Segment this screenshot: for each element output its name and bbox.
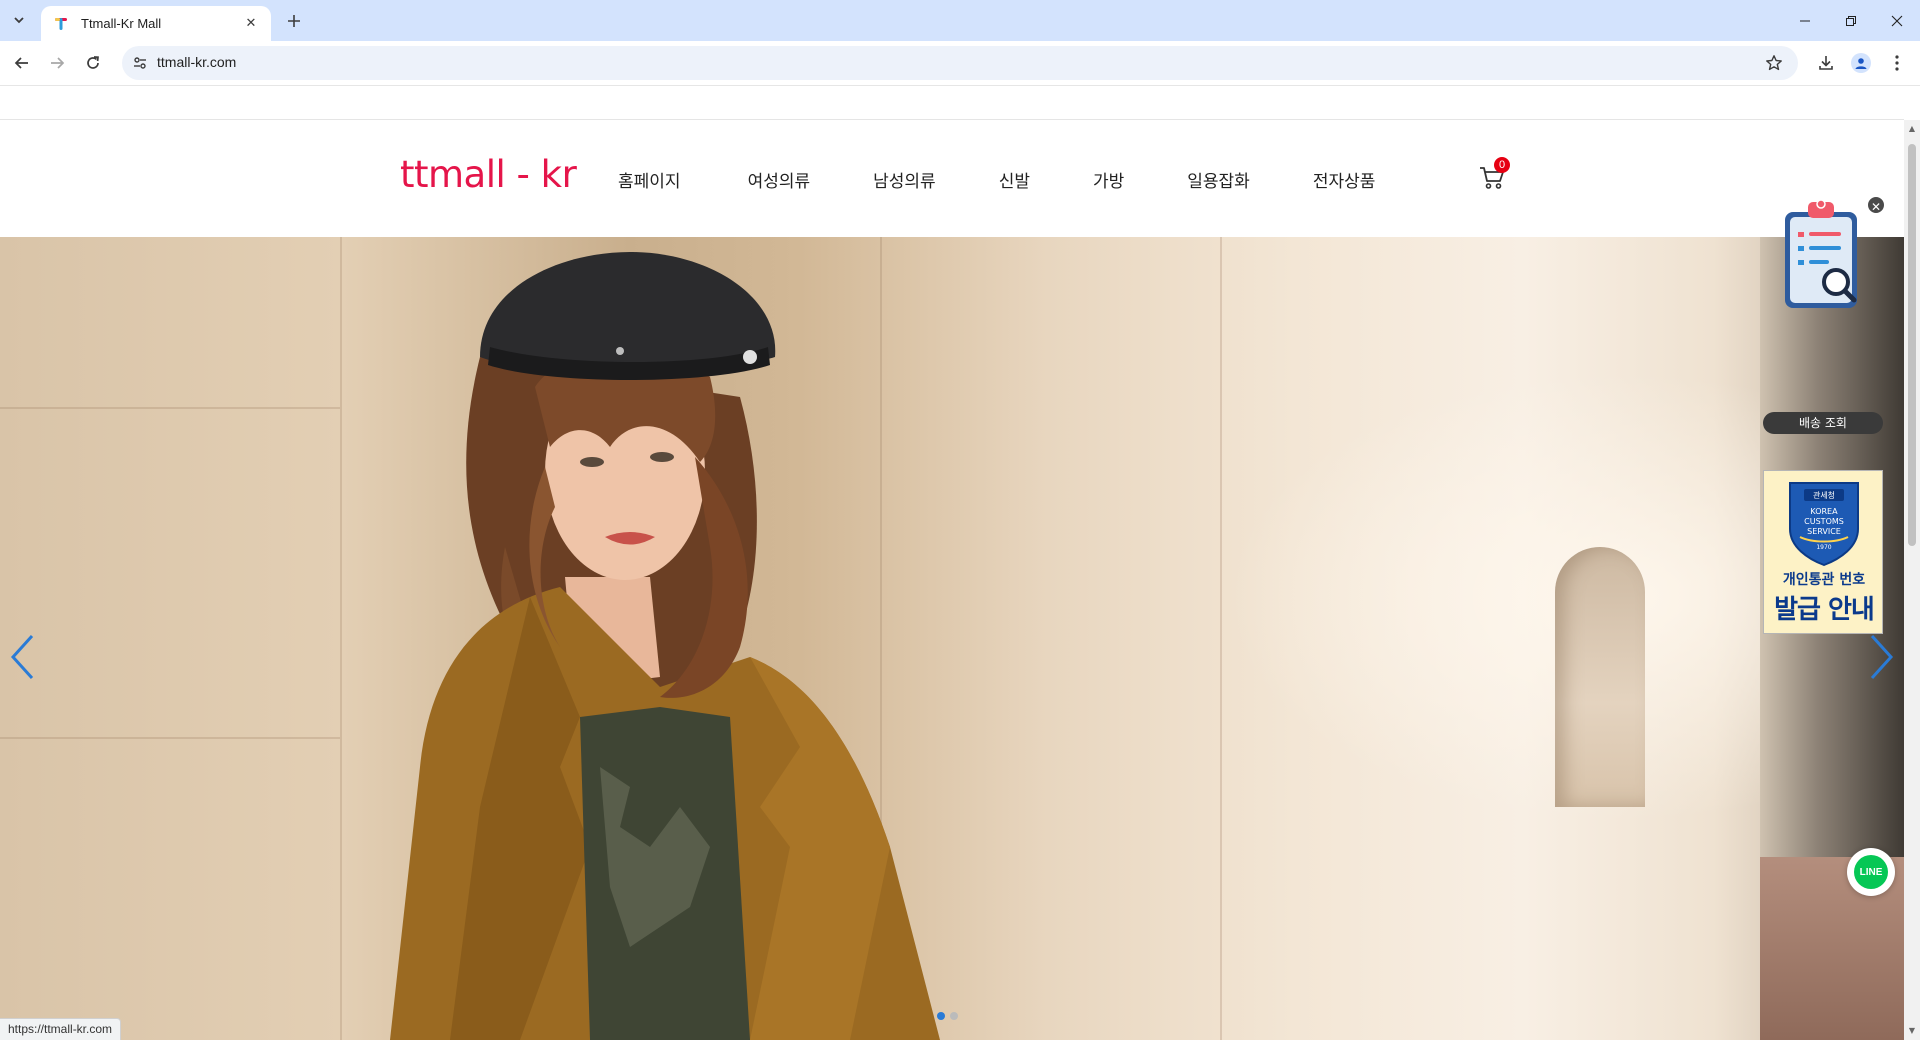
more-vertical-icon	[1895, 55, 1899, 71]
arrow-left-icon	[14, 57, 28, 69]
tab-title: Ttmall-Kr Mall	[81, 16, 162, 31]
nav-item-mens-clothing[interactable]: 남성의류	[873, 167, 936, 192]
page-scrollbar[interactable]: ▲ ▼	[1904, 120, 1920, 1040]
window-controls	[1782, 0, 1920, 41]
arrow-right-icon	[51, 57, 65, 69]
minimize-icon	[1800, 20, 1810, 21]
site-settings-icon[interactable]	[131, 54, 149, 72]
restore-button[interactable]	[1828, 0, 1874, 41]
line-icon: LINE	[1854, 855, 1888, 889]
hero-model-image	[390, 252, 940, 1040]
nav-item-home[interactable]: 홈페이지	[618, 167, 681, 192]
tab-close-icon[interactable]: ✕	[241, 14, 261, 34]
browser-menu-button[interactable]	[1882, 48, 1912, 78]
customs-badge-line: CUSTOMS	[1804, 517, 1844, 526]
nav-item-bags[interactable]: 가방	[1093, 167, 1124, 192]
page-viewport: ttmall - kr 홈페이지 여성의류 남성의류 신발 가방 일용잡화 전자…	[0, 86, 1920, 1040]
close-icon	[1891, 15, 1903, 26]
slider-dot-1[interactable]	[937, 1012, 945, 1020]
tab-search-button[interactable]	[5, 7, 33, 33]
address-url: ttmall-kr.com	[157, 54, 237, 70]
scroll-down-arrow-icon[interactable]: ▼	[1907, 1026, 1917, 1036]
nav-item-daily-goods[interactable]: 일용잡화	[1187, 167, 1250, 192]
browser-tabstrip: Ttmall-Kr Mall ✕	[0, 0, 1920, 41]
main-navigation: 홈페이지 여성의류 남성의류 신발 가방 일용잡화 전자상품	[618, 121, 1375, 237]
customs-badge-line: SERVICE	[1807, 527, 1841, 536]
close-window-button[interactable]	[1874, 0, 1920, 41]
hero-slider[interactable]	[0, 237, 1904, 1040]
customs-badge-line: KOREA	[1810, 507, 1838, 516]
download-icon	[1819, 56, 1833, 70]
reload-button[interactable]	[78, 48, 108, 78]
scroll-up-arrow-icon[interactable]: ▲	[1907, 124, 1917, 134]
nav-item-shoes[interactable]: 신발	[999, 167, 1030, 192]
customs-banner-title: 발급 안내	[1774, 595, 1875, 625]
cart-count-badge: 0	[1494, 157, 1510, 173]
site-header: ttmall - kr 홈페이지 여성의류 남성의류 신발 가방 일용잡화 전자…	[0, 121, 1904, 237]
profile-button[interactable]	[1846, 48, 1876, 78]
wall-seam	[1220, 237, 1222, 1040]
nav-item-womens-clothing[interactable]: 여성의류	[748, 167, 811, 192]
clipboard-search-icon	[1785, 199, 1857, 308]
cart-button[interactable]: 0	[1478, 157, 1510, 193]
slider-pagination	[937, 1012, 958, 1020]
chevron-down-icon	[14, 17, 24, 24]
nav-item-electronics[interactable]: 전자상품	[1313, 167, 1376, 192]
minimize-button[interactable]	[1782, 0, 1828, 41]
wall-seam	[0, 737, 340, 739]
top-banner-area	[0, 86, 1904, 120]
site-favicon-icon	[55, 17, 67, 30]
customs-id-banner[interactable]: 관세청 KOREA CUSTOMS SERVICE 1970 개인통관 번호 발…	[1763, 470, 1883, 634]
active-tab[interactable]: Ttmall-Kr Mall ✕	[41, 6, 271, 41]
restore-icon	[1846, 15, 1856, 26]
browser-toolbar: ttmall-kr.com	[0, 41, 1920, 86]
back-button[interactable]	[7, 48, 37, 78]
tracking-label[interactable]: 배송 조회	[1763, 412, 1883, 434]
plus-icon	[288, 15, 300, 27]
bookmark-star-icon[interactable]	[1764, 53, 1784, 73]
tracking-close-button[interactable]: ✕	[1866, 195, 1886, 215]
address-bar[interactable]: ttmall-kr.com	[122, 46, 1798, 80]
slider-next-button[interactable]	[1866, 632, 1896, 682]
reload-icon	[87, 56, 99, 69]
slider-prev-button[interactable]	[8, 632, 38, 682]
line-chat-button[interactable]: LINE	[1847, 848, 1895, 896]
scrollbar-thumb[interactable]	[1908, 144, 1916, 546]
customs-badge-year: 1970	[1816, 544, 1832, 551]
profile-avatar-icon	[1851, 53, 1871, 73]
downloads-button[interactable]	[1811, 48, 1841, 78]
chevron-right-icon	[1870, 634, 1894, 680]
site-logo[interactable]: ttmall - kr	[400, 153, 577, 196]
delivery-tracking-widget[interactable]	[1762, 194, 1884, 334]
new-tab-button[interactable]	[280, 8, 308, 34]
customs-badge-title: 관세청	[1812, 491, 1836, 500]
chevron-left-icon	[10, 634, 34, 680]
forward-button[interactable]	[42, 48, 72, 78]
slider-dot-2[interactable]	[950, 1012, 958, 1020]
status-bar-url: https://ttmall-kr.com	[0, 1018, 122, 1040]
wall-window-niche	[1555, 547, 1645, 807]
customs-banner-subtitle: 개인통관 번호	[1782, 572, 1866, 588]
wall-seam	[0, 407, 340, 409]
